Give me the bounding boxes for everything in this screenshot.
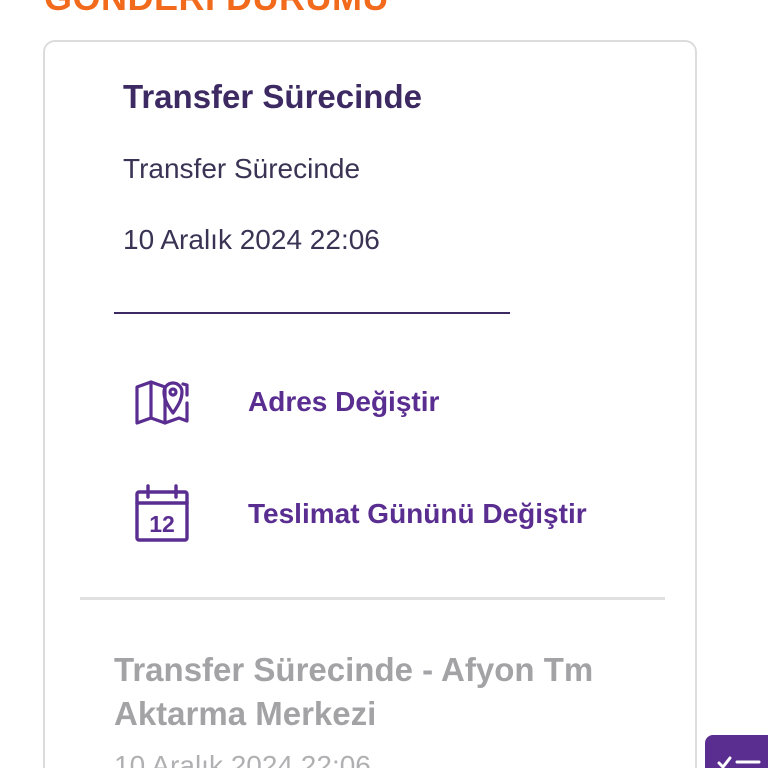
status-title: Transfer Sürecinde [123, 78, 422, 115]
map-pin-icon [133, 372, 191, 432]
change-delivery-day-label: Teslimat Gününü Değiştir [248, 498, 587, 529]
history-item-title: Transfer Sürecinde - Afyon Tm Aktarma Me… [114, 651, 594, 732]
shipment-status-page: GÖNDERİ DURUMU Transfer Sürecinde Transf… [0, 0, 768, 768]
status-card: Transfer Sürecinde Transfer Sürecinde 10… [43, 40, 697, 768]
section-divider [80, 597, 665, 600]
status-subtitle: Transfer Sürecinde [123, 153, 361, 184]
checklist-fab-button[interactable] [705, 735, 768, 768]
calendar-day-number: 12 [149, 511, 175, 537]
page-title: GÖNDERİ DURUMU [44, 0, 389, 18]
change-address-label: Adres Değiştir [248, 386, 440, 417]
change-delivery-day-button[interactable]: 12 Teslimat Gününü Değiştir [133, 484, 587, 544]
calendar-icon: 12 [133, 484, 191, 544]
history-item-date: 10 Aralık 2024 22:06 [114, 750, 371, 768]
change-address-button[interactable]: Adres Değiştir [133, 372, 439, 432]
status-date: 10 Aralık 2024 22:06 [123, 224, 380, 255]
status-divider-line [114, 312, 510, 314]
